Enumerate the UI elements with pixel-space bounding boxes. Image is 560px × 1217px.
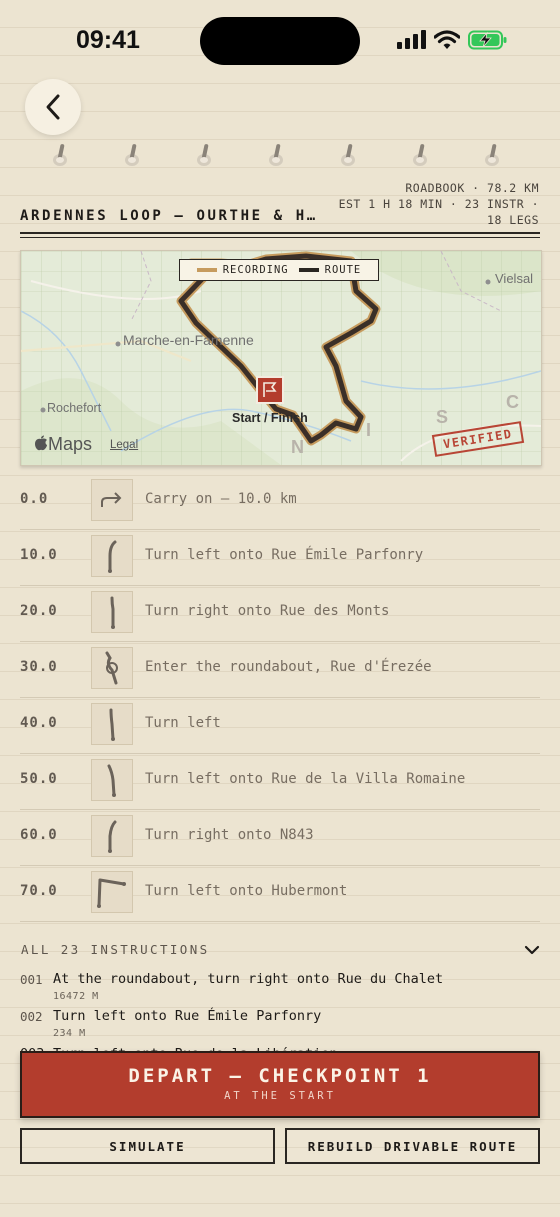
svg-text:N: N <box>291 437 304 457</box>
turn-right-icon <box>110 596 115 629</box>
step-row[interactable]: 0.0 Carry on — 10.0 km <box>20 473 540 530</box>
binder-ring-icon <box>197 144 211 166</box>
turn-left-icon <box>109 708 115 741</box>
place-label-rochefort: Rochefort <box>47 401 102 415</box>
recording-swatch <box>196 268 217 272</box>
turn-left-icon <box>108 540 117 573</box>
step-icon-box <box>91 759 133 801</box>
meta-distance: ROADBOOK · 78.2 KM <box>405 181 539 195</box>
svg-text:C: C <box>506 392 519 412</box>
status-icons <box>396 30 508 50</box>
header-rule-thin <box>20 237 540 238</box>
step-row[interactable]: 70.0 Turn left onto Hubermont <box>20 865 540 922</box>
turn-right-icon <box>108 820 117 853</box>
instruction-distance: 234 M <box>53 1028 86 1039</box>
svg-text:I: I <box>366 420 371 440</box>
chevron-down-icon[interactable] <box>523 941 541 959</box>
sharp-turn-icon <box>97 878 126 908</box>
binder-ring-icon <box>341 144 355 166</box>
step-text: Turn right onto N843 <box>145 827 314 843</box>
step-text: Enter the roundabout, Rue d'Érezée <box>145 659 432 675</box>
rebuild-route-button[interactable]: REBUILD DRIVABLE ROUTE <box>285 1128 540 1164</box>
step-text: Turn left onto Hubermont <box>145 883 348 899</box>
maps-brand-text: Maps <box>48 434 93 454</box>
legend-recording: RECORDING <box>196 264 289 276</box>
all-instructions-heading[interactable]: ALL 23 INSTRUCTIONS <box>21 942 210 957</box>
depart-button[interactable]: DEPART — CHECKPOINT 1 AT THE START <box>20 1051 540 1118</box>
start-finish-label: Start / Finish <box>232 411 308 425</box>
step-icon-box <box>91 479 133 521</box>
step-icon-box <box>91 535 133 577</box>
instruction-number: 001 <box>20 972 43 987</box>
instruction-text: Turn left onto Rue Émile Parfonry <box>53 1008 322 1024</box>
legend-route: ROUTE <box>298 264 362 276</box>
meta-legs: 18 LEGS <box>487 213 539 227</box>
step-row[interactable]: 60.0 Turn right onto N843 <box>20 809 540 866</box>
step-icon-box <box>91 647 133 689</box>
place-label-marche: Marche-en-Famenne <box>123 332 254 348</box>
instruction-distance: 16472 M <box>53 991 99 1002</box>
header-rule <box>20 232 540 234</box>
binder-ring-icon <box>485 144 499 166</box>
step-distance: 60.0 <box>20 827 58 843</box>
roadbook-meta: ROADBOOK · 78.2 KM EST 1 H 18 MIN · 23 I… <box>239 180 539 228</box>
meta-estimate: EST 1 H 18 MIN · 23 INSTR · <box>338 197 539 211</box>
wifi-icon <box>434 30 460 49</box>
instruction-text: At the roundabout, turn right onto Rue d… <box>53 971 444 987</box>
instruction-number: 002 <box>20 1009 43 1024</box>
step-distance: 50.0 <box>20 771 58 787</box>
step-text: Turn right onto Rue des Monts <box>145 603 390 619</box>
step-distance: 20.0 <box>20 603 58 619</box>
step-row[interactable]: 30.0 Enter the roundabout, Rue d'Érezée <box>20 641 540 698</box>
chevron-left-icon <box>46 94 60 120</box>
map-legal-link[interactable]: Legal <box>110 439 138 451</box>
apple-maps-logo: Maps <box>34 434 92 455</box>
step-text: Turn left <box>145 715 221 731</box>
place-label-vielsalm: Vielsal <box>495 271 534 286</box>
step-row[interactable]: 10.0 Turn left onto Rue Émile Parfonry <box>20 529 540 586</box>
map-legend: RECORDING ROUTE <box>179 259 379 281</box>
step-text: Turn left onto Rue de la Villa Romaine <box>145 771 466 787</box>
step-row[interactable]: 40.0 Turn left <box>20 697 540 754</box>
status-bar: 09:41 <box>0 0 560 80</box>
step-text: Turn left onto Rue Émile Parfonry <box>145 547 424 563</box>
step-distance: 70.0 <box>20 883 58 899</box>
cellular-signal-icon <box>397 30 426 49</box>
battery-charging-icon <box>468 30 507 50</box>
svg-text:S: S <box>436 407 448 427</box>
turn-left-icon <box>107 764 116 797</box>
back-button[interactable] <box>25 79 81 135</box>
binder-ring-icon <box>125 144 139 166</box>
step-text: Carry on — 10.0 km <box>145 491 297 507</box>
straight-arrow-icon <box>101 492 122 507</box>
status-time: 09:41 <box>76 26 140 54</box>
step-icon-box <box>91 871 133 913</box>
roundabout-icon <box>105 651 118 685</box>
step-icon-box <box>91 703 133 745</box>
binder-ring-icon <box>413 144 427 166</box>
step-distance: 10.0 <box>20 547 58 563</box>
step-distance: 40.0 <box>20 715 58 731</box>
step-icon-box <box>91 591 133 633</box>
apple-logo-icon <box>35 435 47 451</box>
route-swatch <box>298 268 319 272</box>
simulate-button[interactable]: SIMULATE <box>20 1128 275 1164</box>
step-row[interactable]: 20.0 Turn right onto Rue des Monts <box>20 585 540 642</box>
dynamic-island <box>200 17 360 65</box>
depart-label: DEPART — CHECKPOINT 1 <box>128 1065 432 1087</box>
step-icon-box <box>91 815 133 857</box>
step-row[interactable]: 50.0 Turn left onto Rue de la Villa Roma… <box>20 753 540 810</box>
binder-rings <box>52 143 522 171</box>
binder-ring-icon <box>53 144 67 166</box>
binder-ring-icon <box>269 144 283 166</box>
step-distance: 0.0 <box>20 491 49 507</box>
step-distance: 30.0 <box>20 659 58 675</box>
depart-sublabel: AT THE START <box>224 1090 336 1102</box>
